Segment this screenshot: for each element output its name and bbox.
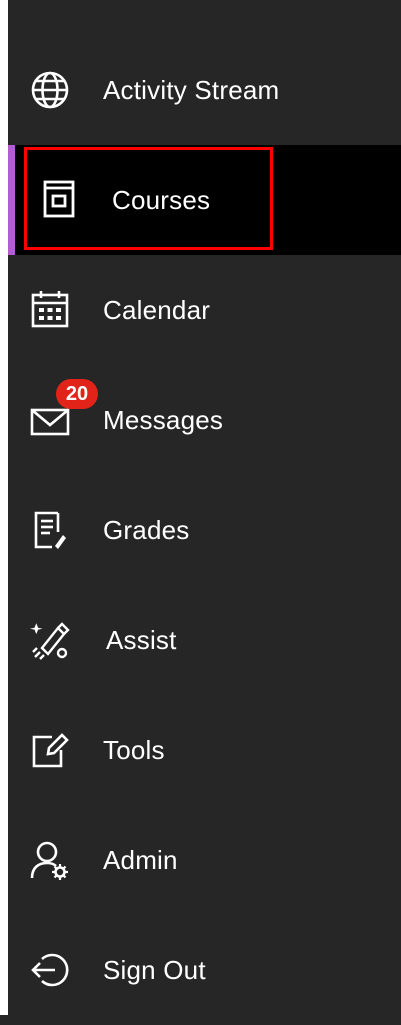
course-icon [38, 178, 82, 222]
main-navigation: Activity Stream Courses Calendar 20 Mess… [8, 35, 401, 1025]
nav-item-sign-out[interactable]: Sign Out [8, 915, 401, 1025]
nav-item-label: Tools [103, 734, 165, 765]
admin-icon [28, 838, 72, 882]
nav-item-label: Sign Out [103, 954, 206, 985]
grades-icon [28, 508, 72, 552]
left-edge [0, 0, 8, 1015]
nav-item-courses[interactable]: Courses [8, 145, 401, 255]
nav-item-label: Assist [106, 624, 177, 655]
sidebar-frame: Activity Stream Courses Calendar 20 Mess… [0, 0, 401, 1015]
nav-item-label: Messages [103, 404, 224, 435]
nav-item-grades[interactable]: Grades [8, 475, 401, 585]
nav-item-label: Admin [103, 844, 178, 875]
tools-icon [28, 728, 72, 772]
nav-item-label: Courses [112, 184, 211, 215]
unread-count-badge: 20 [56, 379, 98, 409]
nav-item-calendar[interactable]: Calendar [8, 255, 401, 365]
nav-item-assist[interactable]: Assist [8, 585, 401, 695]
active-indicator [8, 145, 15, 255]
nav-item-admin[interactable]: Admin [8, 805, 401, 915]
nav-item-tools[interactable]: Tools [8, 695, 401, 805]
nav-item-label: Grades [103, 514, 190, 545]
nav-item-activity-stream[interactable]: Activity Stream [8, 35, 401, 145]
globe-icon [28, 68, 72, 112]
nav-item-messages[interactable]: 20 Messages [8, 365, 401, 475]
assist-icon [28, 618, 72, 662]
calendar-icon [28, 288, 72, 332]
nav-item-label: Calendar [103, 294, 211, 325]
nav-item-label: Activity Stream [103, 74, 280, 105]
sign-out-icon [28, 948, 72, 992]
